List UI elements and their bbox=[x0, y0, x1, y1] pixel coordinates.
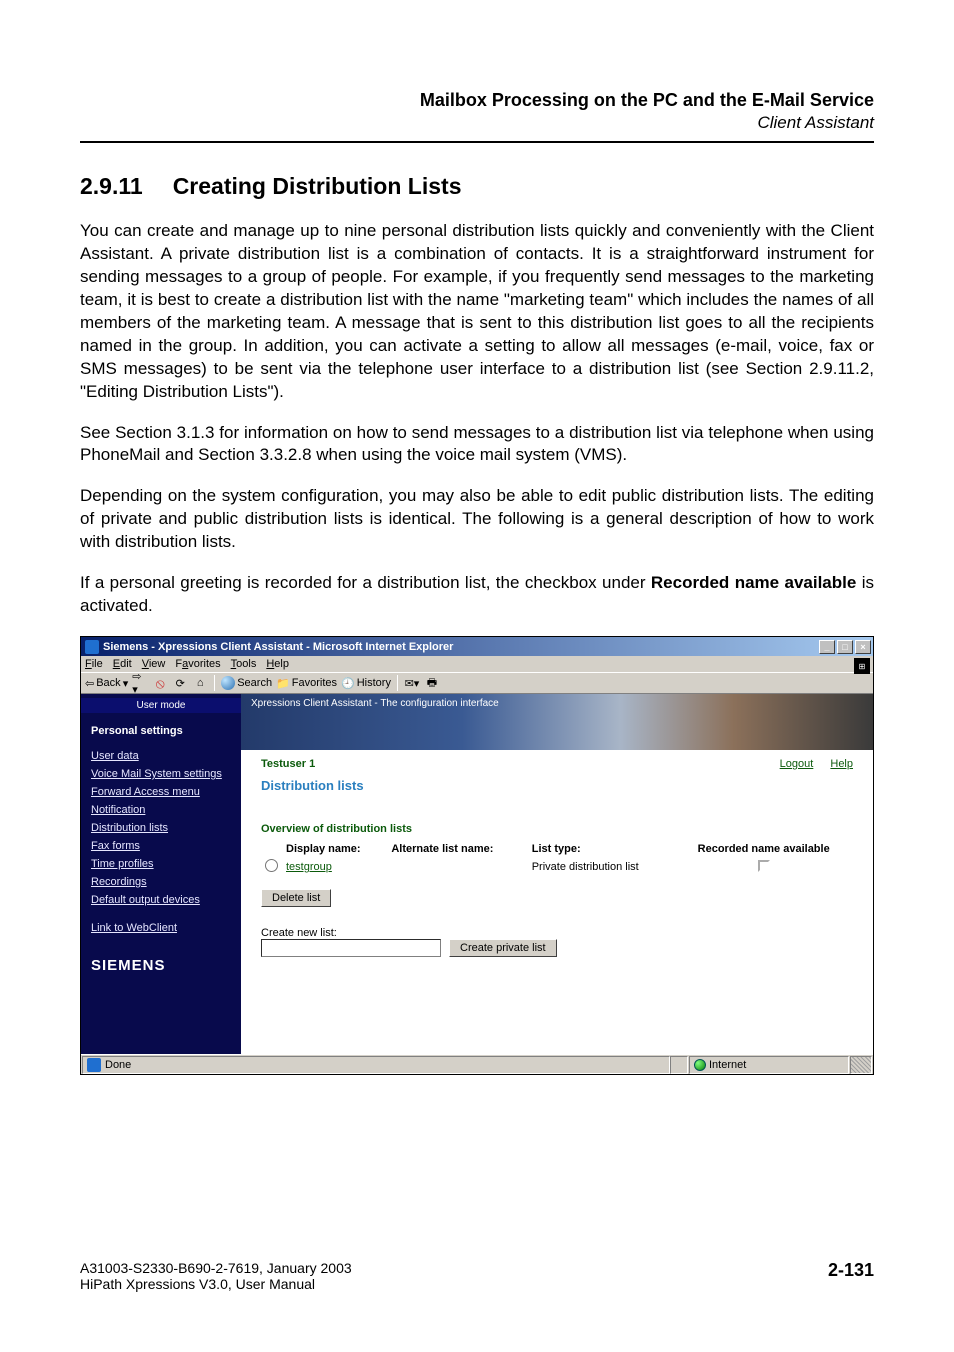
minimize-button[interactable]: _ bbox=[819, 640, 835, 654]
menu-help[interactable]: Help bbox=[266, 658, 289, 670]
back-button[interactable]: ⇦ Back ▾ bbox=[85, 677, 128, 690]
menu-view[interactable]: View bbox=[142, 658, 166, 670]
distribution-list-table: Display name: Alternate list name: List … bbox=[261, 841, 853, 877]
page-header-title: Mailbox Processing on the PC and the E-M… bbox=[80, 90, 874, 111]
browser-window: Siemens - Xpressions Client Assistant - … bbox=[80, 636, 874, 1075]
menu-edit[interactable]: Edit bbox=[113, 658, 132, 670]
page-block-title: Distribution lists bbox=[261, 778, 853, 793]
create-list-name-input[interactable] bbox=[261, 939, 441, 957]
sidebar-item-voice-mail-settings[interactable]: Voice Mail System settings bbox=[81, 765, 241, 783]
menubar: File Edit View Favorites Tools Help ⊞ bbox=[81, 656, 873, 672]
section-title: Creating Distribution Lists bbox=[173, 173, 462, 199]
help-link[interactable]: Help bbox=[830, 758, 853, 770]
paragraph-4: If a personal greeting is recorded for a… bbox=[80, 572, 874, 618]
create-private-list-button[interactable]: Create private list bbox=[449, 939, 557, 957]
col-list-type: List type: bbox=[528, 841, 675, 857]
logout-link[interactable]: Logout bbox=[780, 758, 814, 770]
refresh-button[interactable]: ⟳ bbox=[172, 675, 188, 691]
window-title: Siemens - Xpressions Client Assistant - … bbox=[103, 641, 453, 653]
forward-button[interactable]: ⇨ ▾ bbox=[132, 675, 148, 691]
maximize-button[interactable]: □ bbox=[837, 640, 853, 654]
footer-line1: A31003-S2330-B690-2-7619, January 2003 bbox=[80, 1260, 352, 1276]
sidebar-item-default-output-devices[interactable]: Default output devices bbox=[81, 891, 241, 909]
create-new-list-label: Create new list: bbox=[261, 927, 441, 939]
sidebar-item-time-profiles[interactable]: Time profiles bbox=[81, 855, 241, 873]
search-button[interactable]: Search bbox=[221, 676, 272, 690]
page-footer: A31003-S2330-B690-2-7619, January 2003 H… bbox=[80, 1260, 874, 1292]
row-list-type: Private distribution list bbox=[528, 857, 675, 877]
table-header-row: Display name: Alternate list name: List … bbox=[261, 841, 853, 857]
paragraph-3: Depending on the system configuration, y… bbox=[80, 485, 874, 554]
close-button[interactable]: × bbox=[855, 640, 871, 654]
sidebar-mode: User mode bbox=[81, 698, 241, 713]
windows-logo-icon: ⊞ bbox=[854, 658, 870, 674]
footer-line2: HiPath Xpressions V3.0, User Manual bbox=[80, 1276, 352, 1292]
paragraph-1: You can create and manage up to nine per… bbox=[80, 220, 874, 404]
mail-button[interactable]: ✉▾ bbox=[404, 675, 420, 691]
paragraph-4-bold: Recorded name available bbox=[651, 573, 856, 592]
sidebar-item-distribution-lists[interactable]: Distribution lists bbox=[81, 819, 241, 837]
sidebar-item-fax-forms[interactable]: Fax forms bbox=[81, 837, 241, 855]
page-header-subtitle: Client Assistant bbox=[80, 113, 874, 133]
window-titlebar[interactable]: Siemens - Xpressions Client Assistant - … bbox=[81, 637, 873, 656]
sidebar-heading: Personal settings bbox=[81, 713, 241, 747]
section-number: 2.9.11 bbox=[80, 173, 143, 200]
overview-title: Overview of distribution lists bbox=[261, 823, 853, 835]
banner: Xpressions Client Assistant - The config… bbox=[241, 694, 873, 750]
toolbar-separator-2 bbox=[397, 675, 398, 691]
sidebar: User mode Personal settings User data Vo… bbox=[81, 694, 241, 1054]
col-display-name: Display name: bbox=[282, 841, 387, 857]
menu-tools[interactable]: Tools bbox=[231, 658, 257, 670]
internet-zone-icon bbox=[694, 1059, 706, 1071]
favorites-button[interactable]: 📁 Favorites bbox=[276, 677, 337, 690]
page-number: 2-131 bbox=[828, 1260, 874, 1292]
ie-icon bbox=[85, 640, 99, 654]
col-alt-name: Alternate list name: bbox=[387, 841, 527, 857]
section-heading: 2.9.11 Creating Distribution Lists bbox=[80, 173, 874, 200]
paragraph-4-prefix: If a personal greeting is recorded for a… bbox=[80, 573, 651, 592]
sidebar-brand: SIEMENS bbox=[81, 937, 241, 982]
statusbar: Done Internet bbox=[81, 1054, 873, 1074]
internet-zone-text: Internet bbox=[709, 1059, 746, 1071]
ie-status-icon bbox=[87, 1058, 101, 1072]
menu-favorites[interactable]: Favorites bbox=[175, 658, 220, 670]
current-user: Testuser 1 bbox=[261, 758, 315, 770]
resize-grip-icon[interactable] bbox=[850, 1056, 872, 1074]
stop-button[interactable]: ⦸ bbox=[152, 675, 168, 691]
row-select-radio[interactable] bbox=[265, 859, 278, 872]
status-text: Done bbox=[105, 1059, 131, 1071]
sidebar-item-forward-access-menu[interactable]: Forward Access menu bbox=[81, 783, 241, 801]
sidebar-item-recordings[interactable]: Recordings bbox=[81, 873, 241, 891]
sidebar-item-user-data[interactable]: User data bbox=[81, 747, 241, 765]
home-button[interactable]: ⌂ bbox=[192, 675, 208, 691]
delete-list-button[interactable]: Delete list bbox=[261, 889, 331, 907]
col-recorded: Recorded name available bbox=[674, 841, 853, 857]
table-row: testgroup Private distribution list bbox=[261, 857, 853, 877]
sidebar-item-link-to-webclient[interactable]: Link to WebClient bbox=[81, 919, 241, 937]
sidebar-item-notification[interactable]: Notification bbox=[81, 801, 241, 819]
distribution-list-name-link[interactable]: testgroup bbox=[286, 861, 332, 873]
header-rule bbox=[80, 141, 874, 143]
print-button[interactable]: 🖶 bbox=[424, 675, 440, 691]
toolbar-separator bbox=[214, 675, 215, 691]
recorded-checkbox[interactable] bbox=[758, 860, 770, 872]
row-alt-name bbox=[387, 857, 527, 877]
history-button[interactable]: 🕘 History bbox=[341, 677, 391, 690]
paragraph-2: See Section 3.1.3 for information on how… bbox=[80, 422, 874, 468]
toolbar: ⇦ Back ▾ ⇨ ▾ ⦸ ⟳ ⌂ Search 📁 Favorites 🕘 … bbox=[81, 672, 873, 694]
main-pane: Xpressions Client Assistant - The config… bbox=[241, 694, 873, 1054]
menu-file[interactable]: File bbox=[85, 658, 103, 670]
